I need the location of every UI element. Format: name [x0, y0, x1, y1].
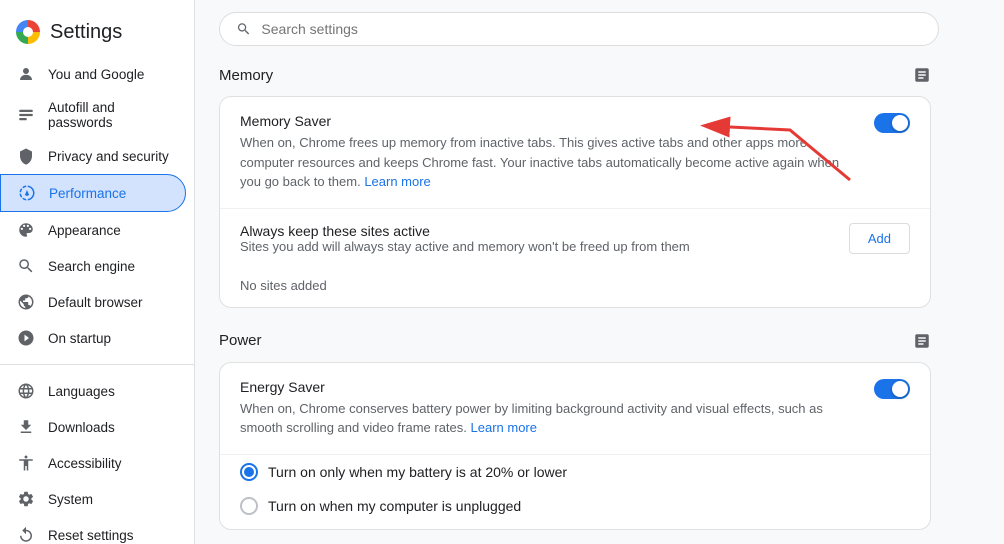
power-section-title: Power: [219, 332, 262, 349]
sidebar-item-downloads[interactable]: Downloads: [0, 409, 186, 445]
sidebar-item-you-google[interactable]: You and Google: [0, 56, 186, 92]
settings-content: Memory Memory Saver When on, Chrome free…: [195, 58, 955, 544]
downloads-icon: [16, 417, 36, 437]
performance-icon: [17, 183, 37, 203]
reset-icon: [16, 525, 36, 544]
memory-saver-toggle[interactable]: [874, 113, 910, 133]
appearance-icon: [16, 220, 36, 240]
autofill-icon: [16, 105, 36, 125]
sidebar-item-appearance[interactable]: Appearance: [0, 212, 186, 248]
sidebar-label-autofill: Autofill and passwords: [48, 100, 170, 130]
memory-card: Memory Saver When on, Chrome frees up me…: [219, 96, 931, 308]
accessibility-icon: [16, 453, 36, 473]
sidebar-item-autofill[interactable]: Autofill and passwords: [0, 92, 186, 138]
sidebar: Settings You and Google Autofill and pas…: [0, 0, 195, 544]
privacy-icon: [16, 146, 36, 166]
sidebar-label-languages: Languages: [48, 384, 115, 399]
memory-saver-row: Memory Saver When on, Chrome frees up me…: [220, 97, 930, 209]
sidebar-label-search-engine: Search engine: [48, 259, 135, 274]
energy-saver-desc: When on, Chrome conserves battery power …: [240, 399, 858, 438]
sidebar-label-privacy: Privacy and security: [48, 149, 169, 164]
sidebar-item-languages[interactable]: Languages: [0, 373, 186, 409]
memory-info-icon[interactable]: [913, 66, 931, 84]
no-sites-text: No sites added: [220, 268, 930, 307]
power-card: Energy Saver When on, Chrome conserves b…: [219, 362, 931, 530]
app-title-row: Settings: [0, 8, 194, 56]
energy-saver-info: Energy Saver When on, Chrome conserves b…: [240, 379, 858, 438]
always-keep-sites-desc: Sites you add will always stay active an…: [240, 239, 690, 254]
radio-unplugged-row[interactable]: Turn on when my computer is unplugged: [220, 489, 930, 529]
memory-saver-learn-more[interactable]: Learn more: [364, 174, 430, 189]
languages-icon: [16, 381, 36, 401]
browser-icon: [16, 292, 36, 312]
sidebar-divider-1: [0, 364, 194, 365]
memory-saver-desc: When on, Chrome frees up memory from ina…: [240, 133, 858, 192]
system-icon: [16, 489, 36, 509]
sidebar-label-appearance: Appearance: [48, 223, 121, 238]
sidebar-label-downloads: Downloads: [48, 420, 115, 435]
sidebar-item-system[interactable]: System: [0, 481, 186, 517]
startup-icon: [16, 328, 36, 348]
search-bar: [195, 0, 1004, 58]
sidebar-item-default-browser[interactable]: Default browser: [0, 284, 186, 320]
memory-saver-info: Memory Saver When on, Chrome frees up me…: [240, 113, 858, 192]
power-section-header: Power: [219, 332, 931, 350]
energy-saver-row: Energy Saver When on, Chrome conserves b…: [220, 363, 930, 455]
memory-section-title: Memory: [219, 67, 273, 84]
memory-saver-toggle-track: [874, 113, 910, 133]
search-input-wrap[interactable]: [219, 12, 939, 46]
memory-saver-toggle-thumb: [892, 115, 908, 131]
sidebar-item-performance[interactable]: Performance: [0, 174, 186, 212]
energy-saver-toggle[interactable]: [874, 379, 910, 399]
always-keep-sites-info: Always keep these sites active Sites you…: [240, 223, 690, 254]
search-engine-icon: [16, 256, 36, 276]
sidebar-label-reset: Reset settings: [48, 528, 134, 543]
radio-unplugged-circle: [240, 497, 258, 515]
sidebar-item-reset[interactable]: Reset settings: [0, 517, 186, 544]
power-section: Power Energy Saver When on, Chrome conse…: [219, 332, 931, 530]
main-content: Memory Memory Saver When on, Chrome free…: [195, 0, 1004, 544]
sidebar-item-on-startup[interactable]: On startup: [0, 320, 186, 356]
always-keep-sites-row: Always keep these sites active Sites you…: [220, 209, 930, 268]
sidebar-label-system: System: [48, 492, 93, 507]
radio-battery-row[interactable]: Turn on only when my battery is at 20% o…: [220, 455, 930, 489]
person-icon: [16, 64, 36, 84]
memory-section-header: Memory: [219, 66, 931, 84]
sidebar-label-accessibility: Accessibility: [48, 456, 122, 471]
chrome-logo-icon: [16, 20, 40, 44]
power-info-icon[interactable]: [913, 332, 931, 350]
sidebar-label-performance: Performance: [49, 186, 126, 201]
sidebar-item-privacy[interactable]: Privacy and security: [0, 138, 186, 174]
add-sites-button[interactable]: Add: [849, 223, 910, 254]
search-icon: [236, 21, 251, 37]
sidebar-item-accessibility[interactable]: Accessibility: [0, 445, 186, 481]
radio-battery-circle: [240, 463, 258, 481]
always-keep-sites-title: Always keep these sites active: [240, 223, 690, 239]
radio-battery-label: Turn on only when my battery is at 20% o…: [268, 464, 567, 480]
search-input[interactable]: [261, 21, 922, 37]
energy-saver-title: Energy Saver: [240, 379, 858, 395]
sidebar-item-search-engine[interactable]: Search engine: [0, 248, 186, 284]
memory-saver-title: Memory Saver: [240, 113, 858, 129]
energy-saver-toggle-thumb: [892, 381, 908, 397]
sidebar-label-default-browser: Default browser: [48, 295, 143, 310]
energy-saver-toggle-track: [874, 379, 910, 399]
memory-section: Memory Memory Saver When on, Chrome free…: [219, 66, 931, 308]
app-title: Settings: [50, 21, 122, 44]
energy-saver-learn-more[interactable]: Learn more: [471, 420, 537, 435]
sidebar-label-on-startup: On startup: [48, 331, 111, 346]
sidebar-label-you-google: You and Google: [48, 67, 144, 82]
radio-unplugged-label: Turn on when my computer is unplugged: [268, 498, 521, 514]
